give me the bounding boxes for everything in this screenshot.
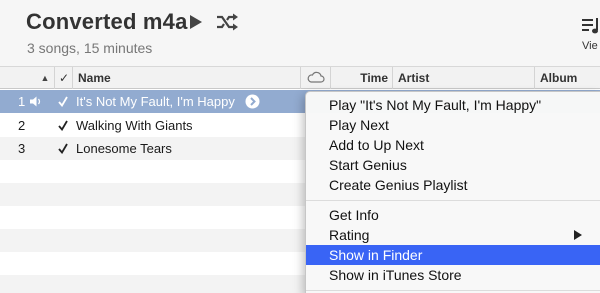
sort-up-icon[interactable]: ▲ xyxy=(36,67,54,89)
view-options-icon xyxy=(582,18,598,34)
song-checkbox[interactable] xyxy=(58,120,68,131)
column-header-name[interactable]: Name xyxy=(72,67,300,89)
shuffle-icon[interactable] xyxy=(216,13,238,31)
play-icon[interactable] xyxy=(189,14,203,30)
song-name: It's Not My Fault, I'm Happy xyxy=(76,94,235,109)
playlist-title: Converted m4a xyxy=(26,9,188,34)
context-menu: Play "It's Not My Fault, I'm Happy" Play… xyxy=(305,91,600,293)
track-number: 2 xyxy=(18,118,26,133)
column-header-check[interactable]: ✓ xyxy=(54,67,72,89)
column-header-artist[interactable]: Artist xyxy=(392,67,534,89)
column-header-cloud[interactable] xyxy=(300,67,330,89)
song-name: Lonesome Tears xyxy=(76,141,172,156)
playlist-header: Converted m4a 3 songs, 15 minutes Vie xyxy=(0,0,600,67)
menu-item-get-info[interactable]: Get Info xyxy=(306,205,600,225)
now-playing-speaker-icon xyxy=(30,96,41,107)
track-number: 3 xyxy=(18,141,26,156)
menu-item-rating-label: Rating xyxy=(329,227,370,243)
column-header-time[interactable]: Time xyxy=(330,67,392,89)
view-label: Vie xyxy=(582,40,598,52)
menu-item-start-genius[interactable]: Start Genius xyxy=(306,155,600,175)
view-button[interactable]: Vie xyxy=(578,18,600,58)
menu-item-create-genius-playlist[interactable]: Create Genius Playlist xyxy=(306,175,600,195)
song-list-header: ▲ ✓ Name Time Artist Album xyxy=(0,67,600,89)
menu-item-add-to-up-next[interactable]: Add to Up Next xyxy=(306,135,600,155)
menu-item-play[interactable]: Play "It's Not My Fault, I'm Happy" xyxy=(306,95,600,115)
menu-item-play-next[interactable]: Play Next xyxy=(306,115,600,135)
menu-item-rating[interactable]: Rating xyxy=(306,225,600,245)
icloud-icon xyxy=(307,71,325,83)
song-checkbox[interactable] xyxy=(58,143,68,154)
go-arrow-icon[interactable] xyxy=(245,94,260,109)
menu-separator xyxy=(306,200,600,201)
submenu-arrow-icon xyxy=(574,230,582,240)
menu-item-show-in-itunes-store[interactable]: Show in iTunes Store xyxy=(306,265,600,285)
menu-item-show-in-finder[interactable]: Show in Finder xyxy=(306,245,600,265)
song-name: Walking With Giants xyxy=(76,118,193,133)
song-checkbox[interactable] xyxy=(58,96,68,107)
playlist-summary: 3 songs, 15 minutes xyxy=(27,40,153,56)
menu-separator xyxy=(306,290,600,291)
column-header-album[interactable]: Album xyxy=(534,67,600,89)
